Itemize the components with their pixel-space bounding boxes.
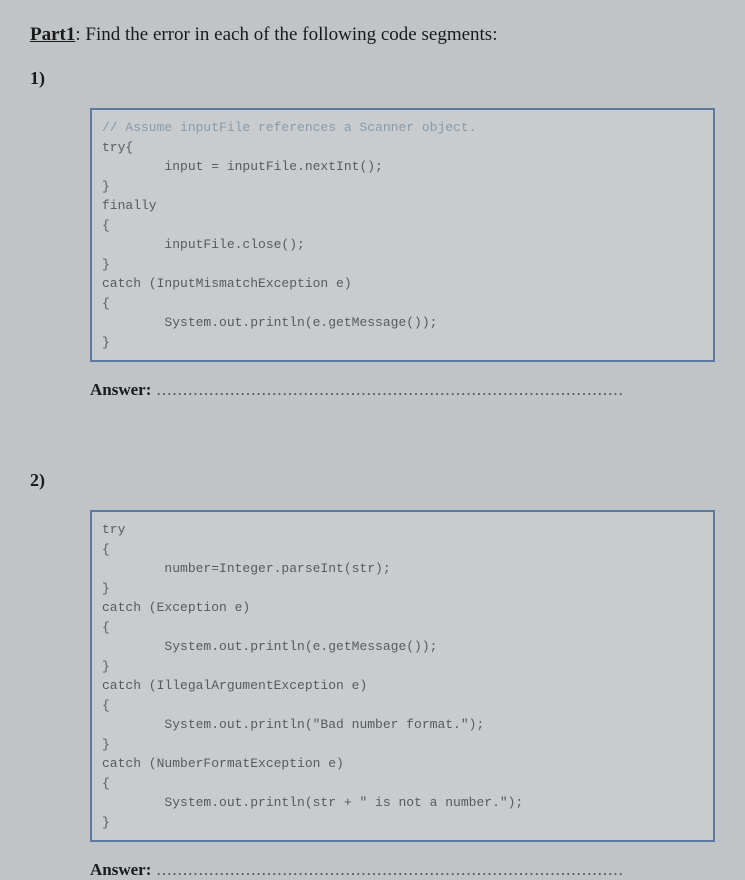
q2-code: try { number=Integer.parseInt(str); } ca… (102, 522, 523, 830)
q1-code-block: // Assume inputFile references a Scanner… (90, 108, 715, 362)
page-title: Part1: Find the error in each of the fol… (30, 24, 715, 46)
q1-answer-label: Answer: (90, 380, 151, 399)
q2-answer-line: ........................................… (151, 860, 624, 879)
q1-answer-row: Answer: ................................… (90, 380, 715, 400)
q1-answer-line: ........................................… (151, 380, 624, 399)
question-2: 2) try { number=Integer.parseInt(str); }… (30, 470, 715, 880)
part-label: Part1 (30, 24, 75, 45)
question-1: 1) // Assume inputFile references a Scan… (30, 68, 715, 400)
q1-code: try{ input = inputFile.nextInt(); } fina… (102, 140, 437, 350)
q2-answer-label: Answer: (90, 860, 151, 879)
q1-number: 1) (30, 68, 90, 89)
q2-answer-row: Answer: ................................… (90, 860, 715, 880)
title-rest: : Find the error in each of the followin… (75, 24, 497, 45)
q2-number: 2) (30, 470, 90, 491)
q2-code-block: try { number=Integer.parseInt(str); } ca… (90, 510, 715, 842)
q1-comment: // Assume inputFile references a Scanner… (102, 120, 476, 135)
